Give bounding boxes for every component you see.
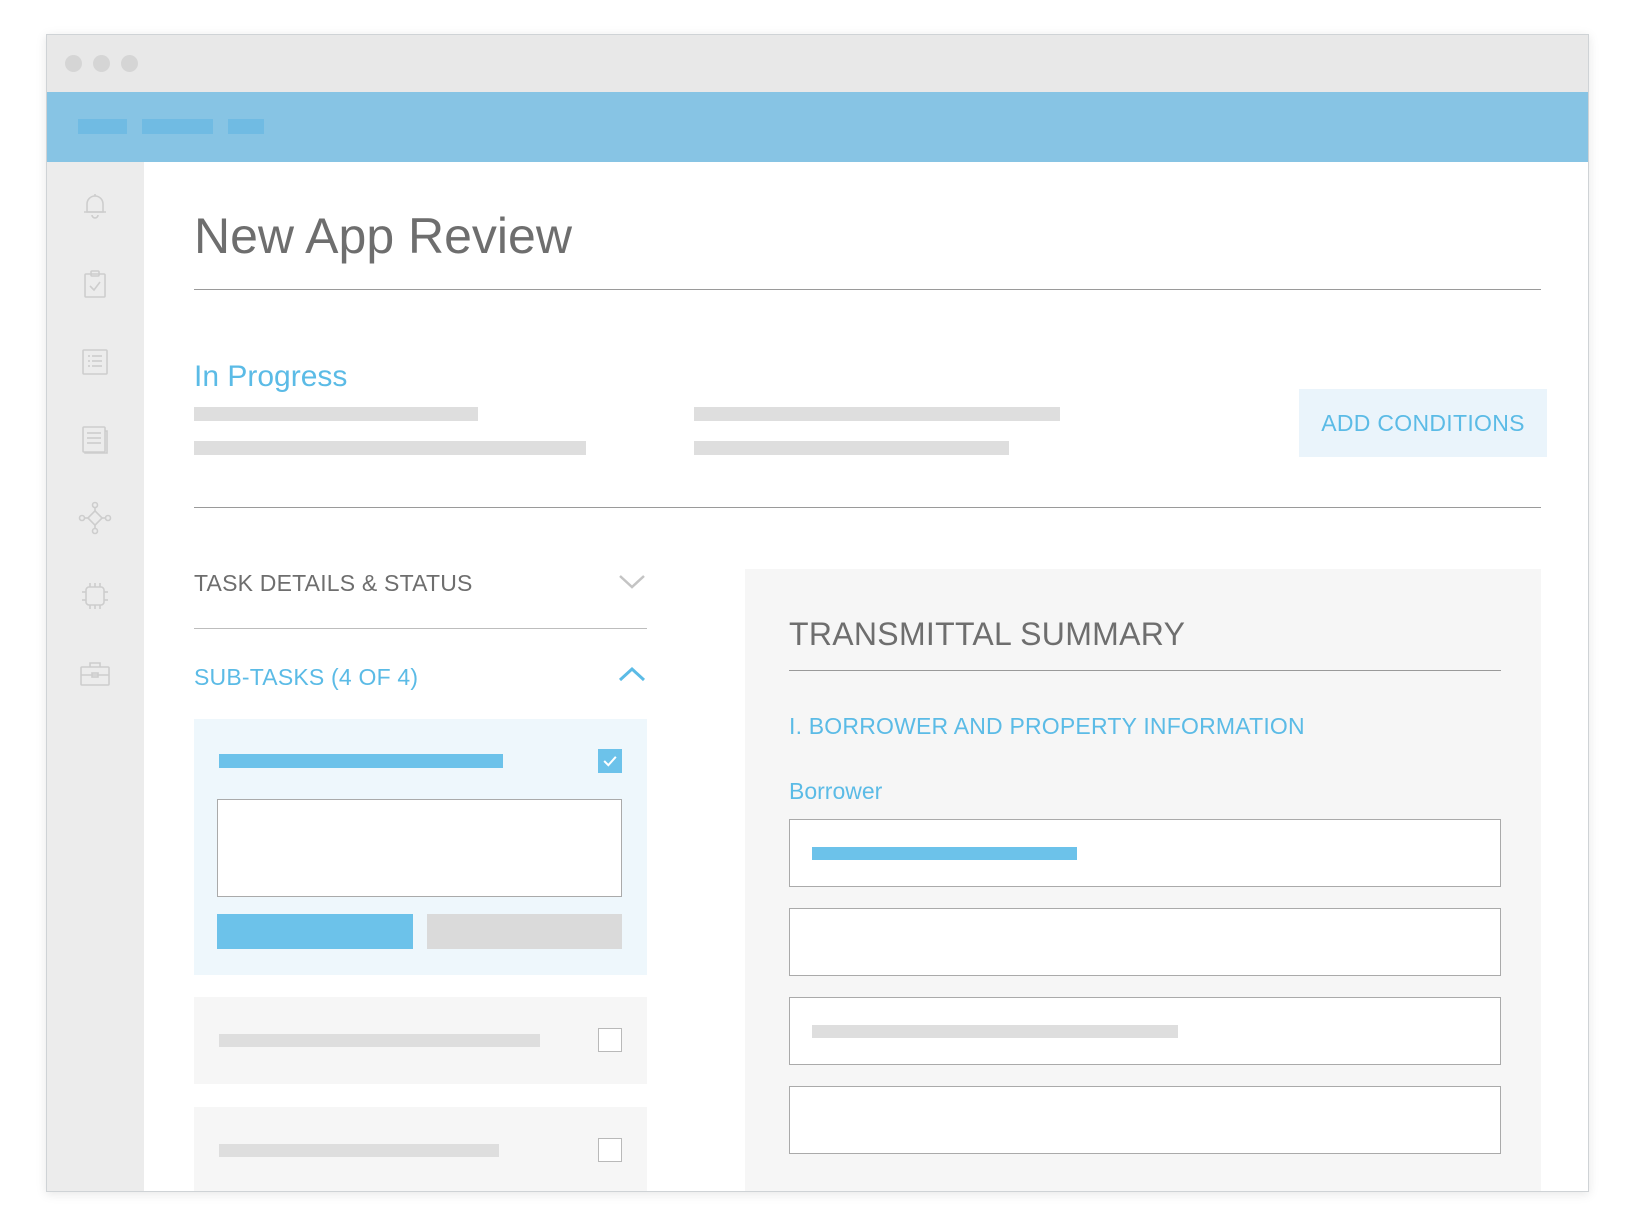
subtasks-accordion-header[interactable]: SUB-TASKS (4 OF 4) <box>194 652 647 702</box>
document-icon[interactable] <box>77 422 113 458</box>
window-close-dot[interactable] <box>65 55 82 72</box>
subtask-checkbox-checked[interactable] <box>598 749 622 773</box>
network-icon[interactable] <box>77 500 113 536</box>
borrower-property-section-label: I. BORROWER AND PROPERTY INFORMATION <box>789 713 1305 739</box>
window-titlebar <box>47 35 1588 92</box>
borrower-input[interactable] <box>789 819 1501 887</box>
header-divider <box>194 507 1541 508</box>
task-details-label: TASK DETAILS & STATUS <box>194 569 473 596</box>
summary-text-placeholder <box>694 407 1060 421</box>
borrower-input[interactable] <box>789 997 1501 1065</box>
check-icon <box>603 756 617 767</box>
subtask-title-placeholder <box>219 754 503 768</box>
window-minimize-dot[interactable] <box>93 55 110 72</box>
page-title: New App Review <box>194 208 572 264</box>
subtask-title-placeholder <box>219 1034 540 1047</box>
accordion-divider <box>194 628 647 629</box>
status-label: In Progress <box>194 360 348 393</box>
subtask-card[interactable] <box>194 1107 647 1191</box>
subtask-card[interactable] <box>194 997 647 1084</box>
subtasks-label: SUB-TASKS (4 OF 4) <box>194 663 419 690</box>
sidebar <box>47 162 144 1191</box>
subtask-card-expanded[interactable] <box>194 719 647 975</box>
chevron-up-icon <box>617 665 647 690</box>
transmittal-summary-panel: TRANSMITTAL SUMMARY I. BORROWER AND PROP… <box>745 569 1541 1191</box>
summary-text-placeholder <box>694 441 1009 455</box>
subtask-submit-button[interactable] <box>217 914 413 949</box>
clipboard-check-icon[interactable] <box>77 266 113 302</box>
add-conditions-button[interactable]: ADD CONDITIONS <box>1299 389 1547 457</box>
nav-link-placeholder-1[interactable] <box>78 119 127 134</box>
field-value-placeholder <box>812 847 1077 860</box>
subtask-checkbox[interactable] <box>598 1028 622 1052</box>
app-header-bar <box>47 92 1588 162</box>
main-content: New App Review In Progress ADD CONDITION… <box>144 162 1588 1191</box>
borrower-field-label: Borrower <box>789 778 883 804</box>
title-divider <box>194 289 1541 290</box>
field-value-placeholder <box>812 1025 1178 1038</box>
borrower-input[interactable] <box>789 908 1501 976</box>
chevron-down-icon <box>617 571 647 596</box>
subtask-title-placeholder <box>219 1144 499 1157</box>
summary-divider <box>789 670 1501 671</box>
chip-icon[interactable] <box>77 578 113 614</box>
task-details-accordion-header[interactable]: TASK DETAILS & STATUS <box>194 558 647 608</box>
bell-icon[interactable] <box>77 188 113 224</box>
app-window: New App Review In Progress ADD CONDITION… <box>46 34 1589 1192</box>
nav-link-placeholder-2[interactable] <box>142 119 213 134</box>
transmittal-summary-title: TRANSMITTAL SUMMARY <box>789 616 1186 652</box>
summary-text-placeholder <box>194 407 478 421</box>
borrower-input[interactable] <box>789 1086 1501 1154</box>
subtask-cancel-button[interactable] <box>427 914 622 949</box>
briefcase-icon[interactable] <box>77 656 113 692</box>
nav-link-placeholder-3[interactable] <box>228 119 264 134</box>
subtask-comment-input[interactable] <box>217 799 622 897</box>
subtask-checkbox[interactable] <box>598 1138 622 1162</box>
list-icon[interactable] <box>77 344 113 380</box>
summary-text-placeholder <box>194 441 586 455</box>
window-maximize-dot[interactable] <box>121 55 138 72</box>
